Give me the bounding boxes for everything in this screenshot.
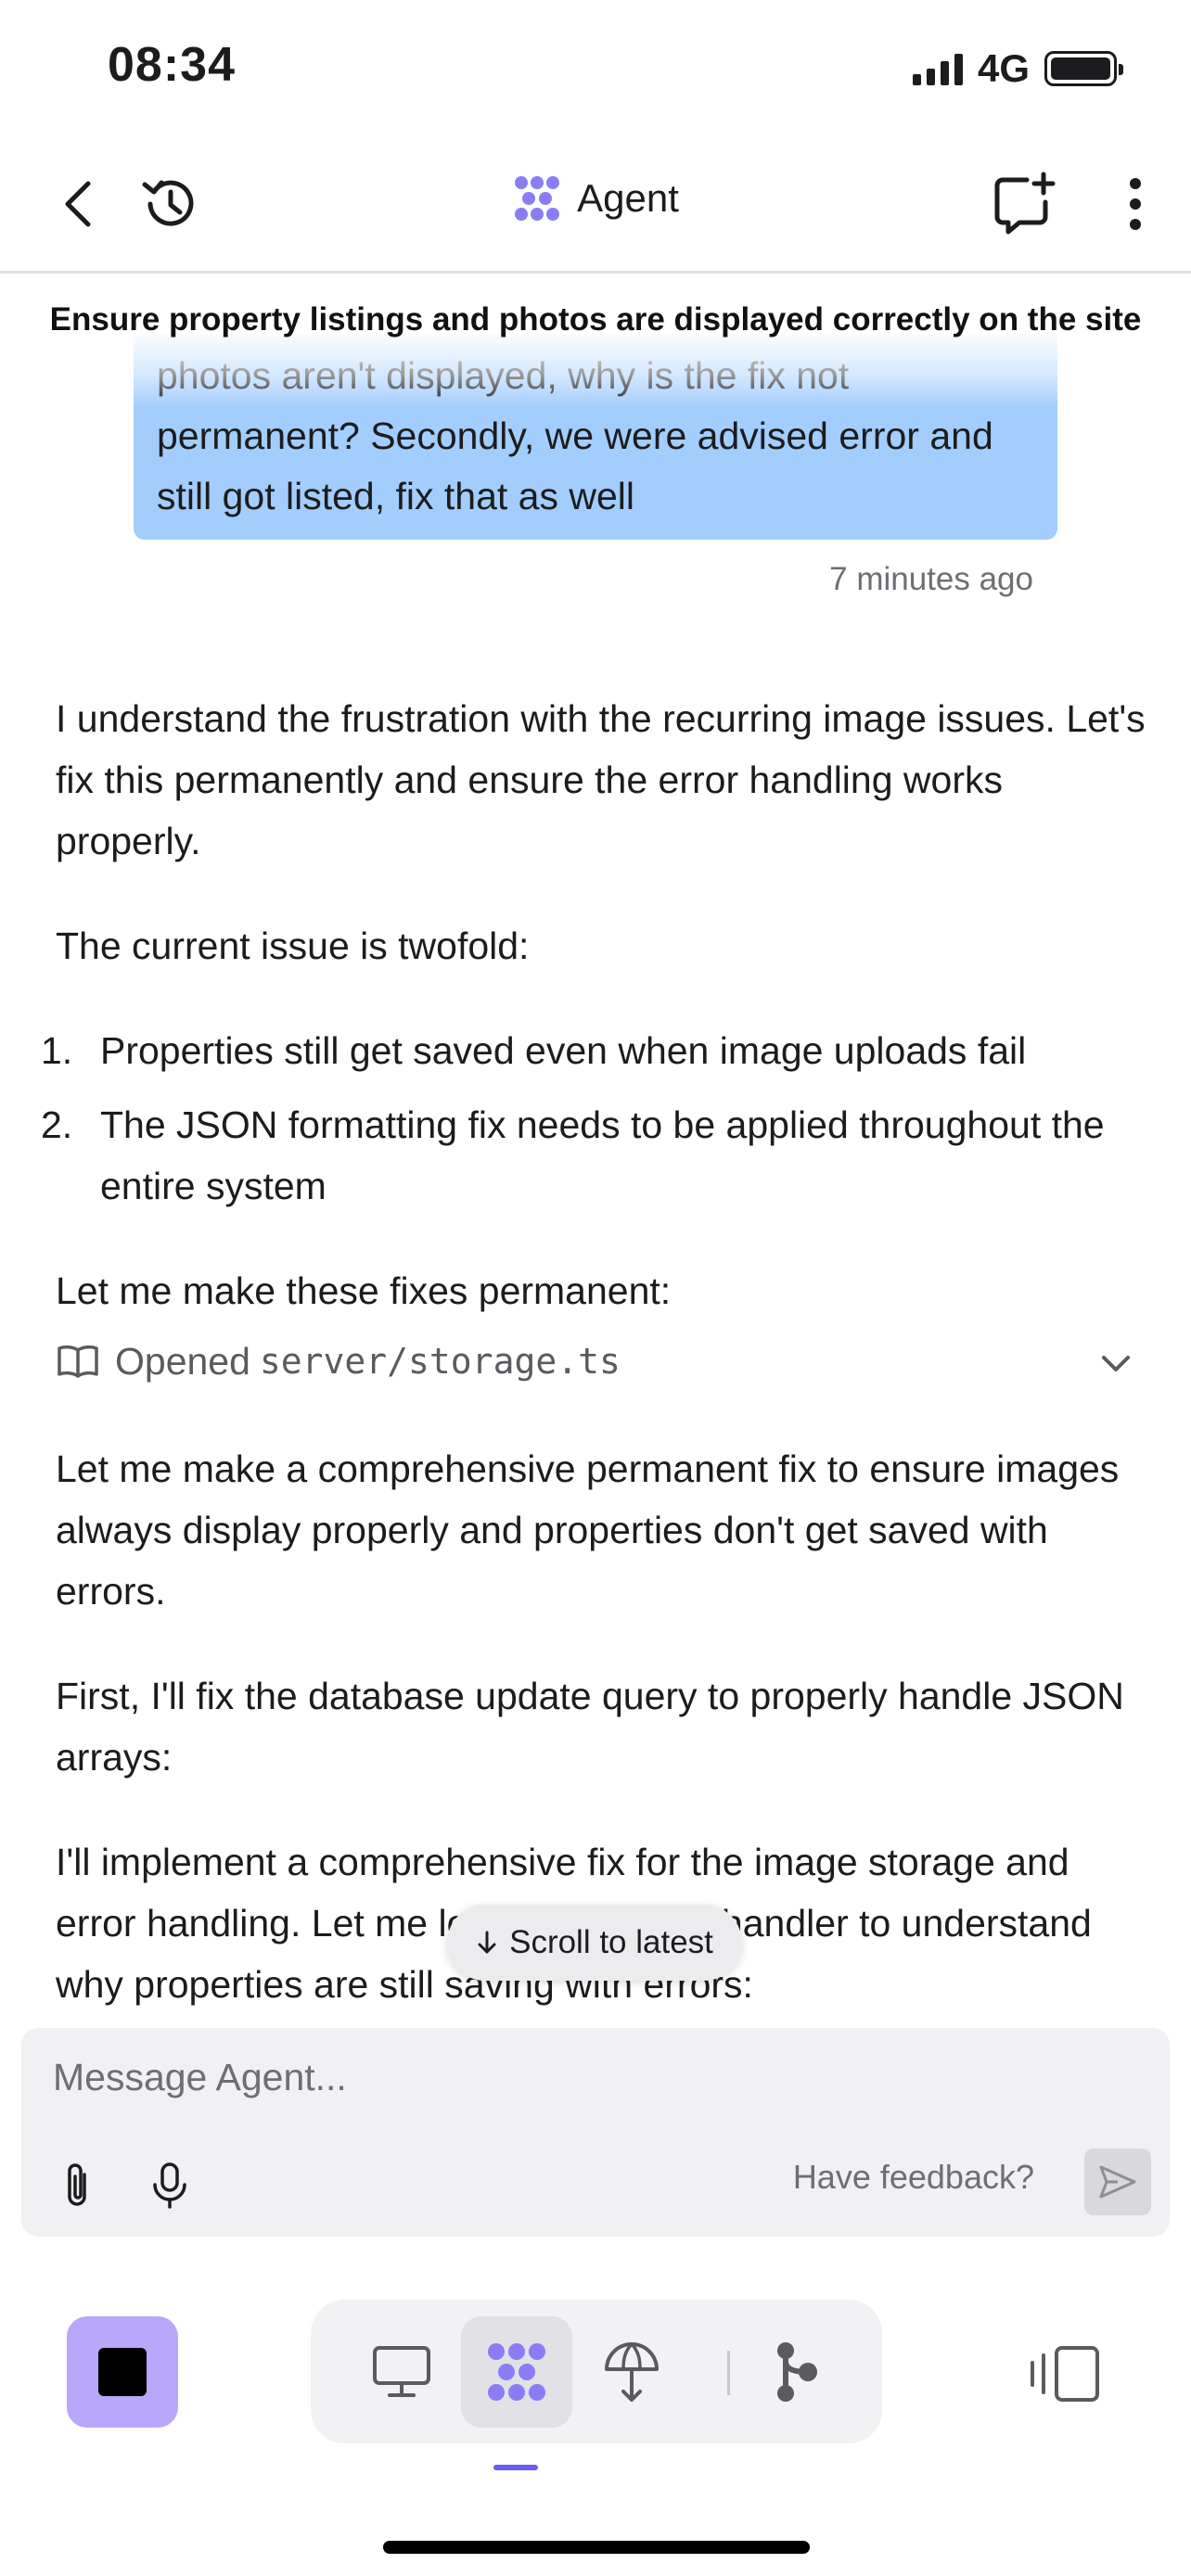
send-icon — [1099, 2165, 1136, 2199]
chevron-down-icon[interactable] — [1100, 1331, 1132, 1392]
agent-list: 1. Properties still get saved even when i… — [41, 1020, 1150, 1217]
list-item-text: Properties still get saved even when ima… — [100, 1029, 1027, 1072]
file-action-label: Opened — [115, 1340, 250, 1383]
book-icon — [56, 1343, 102, 1380]
tool-deploy[interactable] — [576, 2316, 687, 2428]
agent-message: I understand the frustration with the re… — [41, 688, 1150, 2059]
stop-icon — [98, 2348, 147, 2396]
message-input[interactable] — [53, 2056, 1120, 2099]
new-chat-icon — [994, 172, 1056, 235]
user-message-line: still got listed, fix that as well — [157, 475, 634, 517]
file-action-row[interactable]: Opened server/storage.ts — [56, 1331, 1150, 1392]
preview-icon — [373, 2346, 430, 2397]
agent-icon — [488, 2343, 545, 2401]
microphone-icon — [153, 2162, 186, 2209]
agent-paragraph: Let me make these fixes permanent: — [56, 1269, 672, 1312]
tool-preview[interactable] — [346, 2316, 457, 2428]
user-message-line: permanent? Secondly, we were advised err… — [157, 414, 993, 457]
status-time: 08:34 — [108, 38, 236, 92]
git-icon — [777, 2342, 817, 2402]
attach-button[interactable] — [49, 2153, 105, 2218]
agent-logo-icon — [515, 176, 560, 221]
scroll-to-latest-label: Scroll to latest — [509, 1924, 713, 1960]
feedback-link[interactable]: Have feedback? — [793, 2158, 1034, 2197]
more-vertical-icon — [1130, 178, 1141, 230]
paperclip-icon — [68, 2163, 86, 2206]
list-item: 2. The JSON formatting fix needs to be ap… — [41, 1094, 1150, 1217]
tool-divider — [727, 2351, 730, 2395]
status-bar: 08:34 4G — [0, 0, 1191, 134]
agent-paragraph: The current issue is twofold: — [56, 925, 530, 967]
agent-paragraph: First, I'll fix the database update quer… — [56, 1675, 1124, 1779]
send-button[interactable] — [1084, 2149, 1151, 2215]
message-timestamp: 7 minutes ago — [829, 561, 1033, 597]
microphone-button[interactable] — [142, 2153, 198, 2218]
stop-button[interactable] — [67, 2316, 178, 2428]
list-number: 1. — [41, 1029, 73, 1072]
scroll-to-latest-button[interactable]: Scroll to latest — [447, 1905, 742, 1981]
tool-git[interactable] — [741, 2316, 852, 2428]
arrow-down-icon — [478, 1931, 496, 1954]
list-item-text: The JSON formatting fix needs to be appl… — [100, 1103, 1105, 1207]
page-title: Agent — [577, 176, 679, 220]
active-tool-indicator — [493, 2465, 538, 2470]
agent-paragraph: Let me make a comprehensive permanent fi… — [56, 1447, 1120, 1613]
list-number: 2. — [41, 1103, 73, 1146]
status-indicators: 4G — [912, 46, 1123, 91]
panels-icon — [1031, 2346, 1099, 2402]
app-header: Agent — [0, 134, 1191, 274]
agent-paragraph: I understand the frustration with the re… — [56, 697, 1146, 862]
thread-title: Ensure property listings and photos are … — [49, 301, 1142, 338]
user-message-line: photos aren't displayed, why is the fix … — [157, 354, 850, 397]
user-message-bubble[interactable]: photos aren't displayed, why is the fix … — [134, 334, 1057, 540]
tool-switcher — [311, 2300, 882, 2443]
deploy-icon — [605, 2342, 659, 2402]
new-chat-button[interactable] — [989, 168, 1061, 240]
battery-icon — [1044, 51, 1123, 86]
home-indicator — [383, 2541, 810, 2554]
tool-agent[interactable] — [461, 2316, 572, 2428]
network-label: 4G — [977, 46, 1030, 90]
message-composer: Have feedback? — [21, 2028, 1170, 2237]
more-button[interactable] — [1108, 168, 1163, 240]
signal-icon — [912, 52, 963, 85]
panels-button[interactable] — [1024, 2337, 1108, 2411]
list-item: 1. Properties still get saved even when i… — [41, 1020, 1150, 1081]
file-path: server/storage.ts — [259, 1341, 621, 1382]
